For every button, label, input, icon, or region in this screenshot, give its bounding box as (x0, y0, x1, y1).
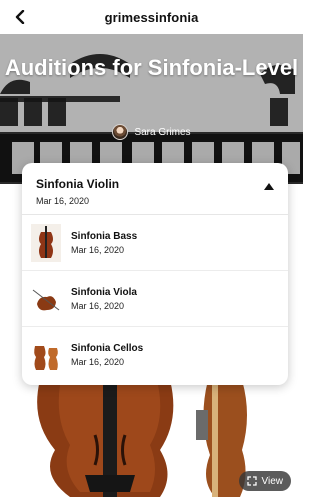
cello-icon (31, 336, 61, 374)
author-name: Sara Grimes (134, 126, 191, 138)
author-chip[interactable]: Sara Grimes (0, 124, 303, 140)
item-date: Mar 16, 2020 (71, 300, 125, 311)
item-title: Sinfonia Viola (71, 286, 137, 298)
instrument-image: View (0, 380, 303, 497)
double-bass-icon (31, 223, 61, 262)
list-item[interactable]: Sinfonia Viola Mar 16, 2020 (22, 271, 288, 327)
caret-up-icon (264, 183, 274, 190)
selected-title: Sinfonia Violin (36, 177, 120, 191)
list-item[interactable]: Sinfonia Cellos Mar 16, 2020 (22, 327, 288, 383)
back-button[interactable] (8, 4, 34, 30)
audition-dropdown: Sinfonia Violin Mar 16, 2020 Sinfonia Ba… (22, 163, 288, 385)
view-label: View (261, 475, 284, 487)
selected-date: Mar 16, 2020 (36, 196, 90, 206)
expand-icon (246, 476, 257, 486)
chevron-left-icon (15, 10, 25, 24)
avatar (112, 124, 129, 140)
view-button[interactable]: View (238, 471, 291, 491)
viola-icon (31, 279, 61, 318)
channel-title: grimessinfonia (104, 9, 199, 25)
list-item[interactable]: Sinfonia Bass Mar 16, 2020 (22, 215, 288, 271)
post-title: Auditions for Sinfonia-Level (4, 55, 299, 80)
item-date: Mar 16, 2020 (71, 357, 125, 367)
top-bar: grimessinfonia (0, 0, 303, 34)
item-date: Mar 16, 2020 (71, 244, 125, 255)
hero-banner: Auditions for Sinfonia-Level Sara Grimes (0, 34, 303, 184)
dropdown-header[interactable]: Sinfonia Violin Mar 16, 2020 (22, 163, 288, 215)
item-title: Sinfonia Bass (71, 230, 138, 242)
item-title: Sinfonia Cellos (71, 343, 144, 354)
